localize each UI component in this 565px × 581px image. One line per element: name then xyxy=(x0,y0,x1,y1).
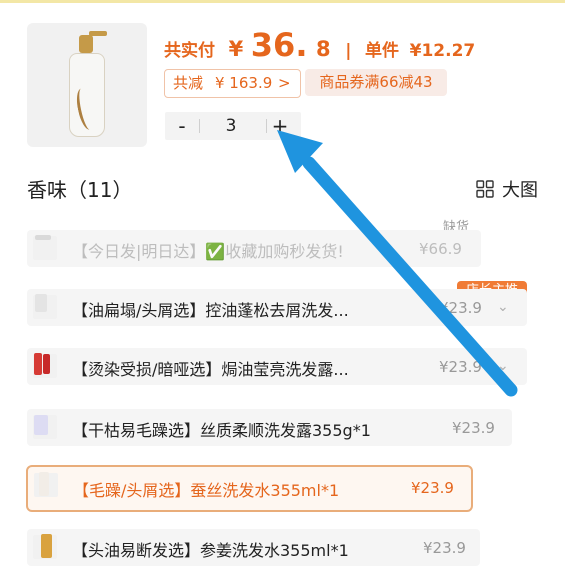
price-summary: 共实付 ¥ 36. 8 | 单件 ¥12.27 xyxy=(164,26,475,64)
currency-symbol: ¥ xyxy=(228,37,244,61)
total-price-fraction: 8 xyxy=(316,37,331,61)
variant-thumbnail-detail xyxy=(41,534,52,558)
variant-price: ¥23.9 xyxy=(423,539,466,557)
unit-price-label: 单件 xyxy=(365,41,400,61)
variant-thumbnail-detail xyxy=(34,415,48,435)
variant-price: ¥23.9 xyxy=(439,358,482,376)
large-view-toggle[interactable]: 大图 xyxy=(502,176,538,202)
variant-section-title: 香味（11） xyxy=(27,178,133,202)
chevron-right-icon: > xyxy=(278,74,291,92)
variant-thumbnail-detail xyxy=(34,353,42,375)
product-image[interactable] xyxy=(27,23,147,147)
quantity-input[interactable]: 3 xyxy=(208,112,254,140)
variant-thumbnail-detail xyxy=(43,354,50,374)
variant-option[interactable]: 【头油易断发选】参姜洗发水355ml*1 ¥23.9 xyxy=(27,529,480,566)
unit-price-value: ¥12.27 xyxy=(409,41,476,61)
variant-label: 【烫染受损/暗哑选】焗油莹亮洗发露... xyxy=(72,360,349,379)
variant-option[interactable]: 【干枯易毛躁选】丝质柔顺洗发露355g*1 ¥23.9 xyxy=(27,409,512,446)
variant-price: ¥23.9 xyxy=(452,419,495,437)
variant-option[interactable]: 【今日发|明日达】✅收藏加购秒发货! ¥66.9 xyxy=(27,230,481,267)
grid-icon[interactable] xyxy=(476,180,494,198)
variant-option-selected[interactable]: 【毛躁/头屑选】蚕丝洗发水355ml*1 ¥23.9 xyxy=(26,465,473,512)
variant-option[interactable]: 【烫染受损/暗哑选】焗油莹亮洗发露... ¥23.9 ⌄ xyxy=(27,348,527,385)
discount-badge[interactable]: 共减 ¥ 163.9 > xyxy=(164,69,301,98)
discount-value: ¥ 163.9 xyxy=(215,74,273,92)
discount-label: 共减 xyxy=(173,74,204,92)
total-price-main: 36. xyxy=(250,26,308,64)
increase-quantity-button[interactable]: + xyxy=(263,112,297,140)
variant-price: ¥23.9 xyxy=(411,479,454,497)
chevron-down-icon: ⌄ xyxy=(497,299,509,315)
decrease-quantity-button[interactable]: - xyxy=(165,112,199,140)
variant-label: 【头油易断发选】参姜洗发水355ml*1 xyxy=(72,541,349,560)
pump-head xyxy=(79,35,93,53)
variant-thumbnail-detail xyxy=(35,294,47,312)
coupon-badge[interactable]: 商品券满66减43 xyxy=(305,69,447,96)
variant-label: 【干枯易毛躁选】丝质柔顺洗发露355g*1 xyxy=(72,421,371,440)
price-separator: | xyxy=(345,41,352,61)
variant-thumbnail-detail xyxy=(35,235,51,240)
variant-label: 【油扁塌/头屑选】控油蓬松去屑洗发... xyxy=(72,301,349,320)
top-accent-bar xyxy=(0,0,565,3)
variant-price: ¥66.9 xyxy=(419,240,462,258)
chevron-down-icon: ⌄ xyxy=(497,358,509,374)
variant-option[interactable]: 【油扁塌/头屑选】控油蓬松去屑洗发... ¥23.9 ⌄ xyxy=(27,289,527,326)
variant-label: 【今日发|明日达】✅收藏加购秒发货! xyxy=(72,242,344,261)
stepper-divider xyxy=(199,119,200,133)
variant-price: ¥23.9 xyxy=(439,299,482,317)
variant-label: 【毛躁/头屑选】蚕丝洗发水355ml*1 xyxy=(73,481,340,500)
quantity-stepper: - 3 + xyxy=(165,112,301,140)
variant-thumbnail-detail xyxy=(39,472,49,496)
total-price-label: 共实付 xyxy=(164,41,215,61)
